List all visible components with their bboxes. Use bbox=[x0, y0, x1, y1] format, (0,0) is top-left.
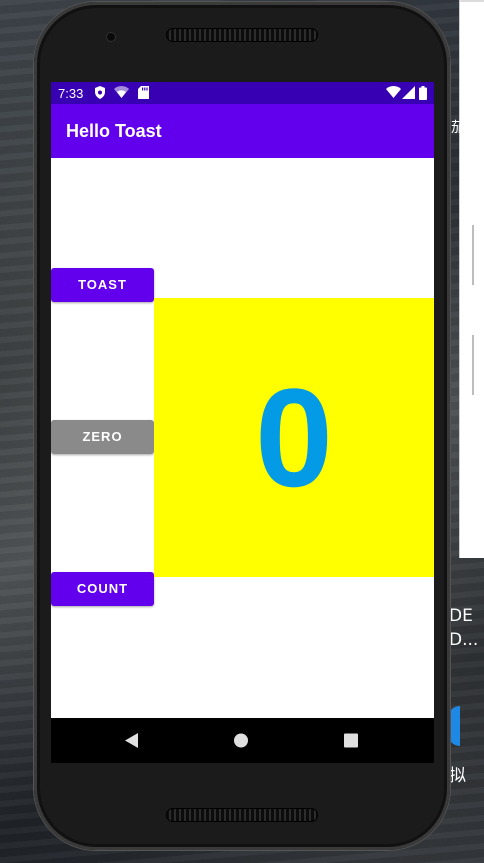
window-top-border bbox=[460, 0, 484, 2]
bottom-speaker bbox=[166, 808, 318, 822]
top-speaker bbox=[166, 28, 318, 42]
phone-screen: 7:33 Hello Toast TOAST ZERO COUNT 0 bbox=[51, 82, 434, 763]
desktop-label: 茄 bbox=[451, 120, 465, 136]
app-title: Hello Toast bbox=[66, 121, 162, 141]
wifi-signal-icon bbox=[386, 86, 401, 100]
front-camera bbox=[106, 32, 116, 42]
phone-frame: 7:33 Hello Toast TOAST ZERO COUNT 0 bbox=[34, 2, 450, 850]
navigation-bar bbox=[51, 718, 434, 763]
window-divider bbox=[472, 225, 474, 285]
app-bar: Hello Toast bbox=[51, 104, 434, 158]
desktop-window-edge[interactable] bbox=[459, 0, 484, 558]
toast-button[interactable]: TOAST bbox=[51, 268, 154, 302]
count-value: 0 bbox=[255, 359, 333, 516]
status-time: 7:33 bbox=[58, 86, 84, 101]
sd-card-icon bbox=[136, 86, 150, 100]
shield-icon bbox=[93, 86, 107, 100]
battery-icon bbox=[416, 86, 430, 100]
home-icon[interactable] bbox=[226, 718, 256, 763]
cell-signal-icon bbox=[401, 86, 415, 100]
recents-icon[interactable] bbox=[336, 718, 366, 763]
desktop-label[interactable]: 拟 bbox=[449, 766, 466, 786]
status-bar: 7:33 bbox=[51, 82, 434, 104]
zero-button[interactable]: ZERO bbox=[51, 420, 154, 454]
desktop-label[interactable]: D... bbox=[449, 630, 478, 650]
count-button[interactable]: COUNT bbox=[51, 572, 154, 606]
wifi-icon bbox=[114, 86, 129, 100]
count-display: 0 bbox=[154, 298, 434, 577]
window-divider bbox=[472, 335, 474, 395]
desktop-label[interactable]: DE bbox=[449, 606, 473, 626]
back-icon[interactable] bbox=[117, 718, 147, 763]
